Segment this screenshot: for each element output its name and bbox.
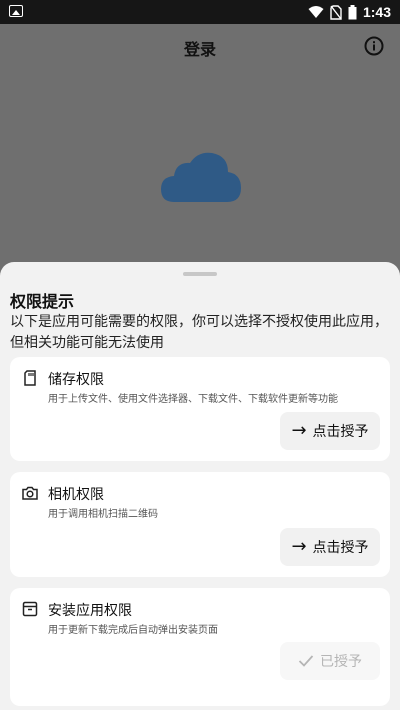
permission-card-storage: 储存权限 用于上传文件、使用文件选择器、下载文件、下载软件更新等功能 → 点击授… [10,357,390,461]
arrow-right-icon: → [291,420,307,441]
status-bar: 1:43 [0,0,400,24]
sheet-title: 权限提示 [10,292,75,311]
arrow-right-icon: → [291,536,307,557]
permission-bottom-sheet: 权限提示 以下是应用可能需要的权限，你可以选择不授权使用此应用，但相关功能可能无… [0,262,400,710]
info-icon[interactable] [364,36,384,56]
no-sim-icon [330,4,342,20]
battery-icon [348,4,357,19]
status-time: 1:43 [362,4,391,20]
permission-description: 用于上传文件、使用文件选择器、下载文件、下载软件更新等功能 [48,394,338,405]
sheet-description: 以下是应用可能需要的权限，你可以选择不授权使用此应用，但相关功能可能无法使用 [10,314,388,351]
grant-storage-button[interactable]: → 点击授予 [280,412,380,450]
permission-description: 用于更新下载完成后自动弹出安装页面 [48,625,218,636]
permission-description: 用于调用相机扫描二维码 [48,509,158,520]
grant-button-label: 点击授予 [312,540,369,556]
grant-camera-button[interactable]: → 点击授予 [280,528,380,566]
wifi-icon [308,6,324,18]
grant-button-label: 点击授予 [312,424,369,440]
permission-title: 安装应用权限 [48,603,132,619]
drag-handle[interactable] [183,272,217,276]
granted-install-button: 已授予 [280,642,380,680]
permission-card-install-apps: 安装应用权限 用于更新下载完成后自动弹出安装页面 已授予 [10,588,390,706]
archive-icon [22,601,38,617]
cloud-logo-icon [161,152,241,202]
permission-title: 储存权限 [48,372,104,388]
check-icon [298,655,314,667]
gallery-notification-icon [9,5,23,17]
camera-icon [22,486,38,500]
page-title: 登录 [183,40,216,59]
sd-card-icon [24,370,36,386]
granted-button-label: 已授予 [320,654,362,670]
permission-title: 相机权限 [48,487,104,503]
permission-card-camera: 相机权限 用于调用相机扫描二维码 → 点击授予 [10,472,390,577]
